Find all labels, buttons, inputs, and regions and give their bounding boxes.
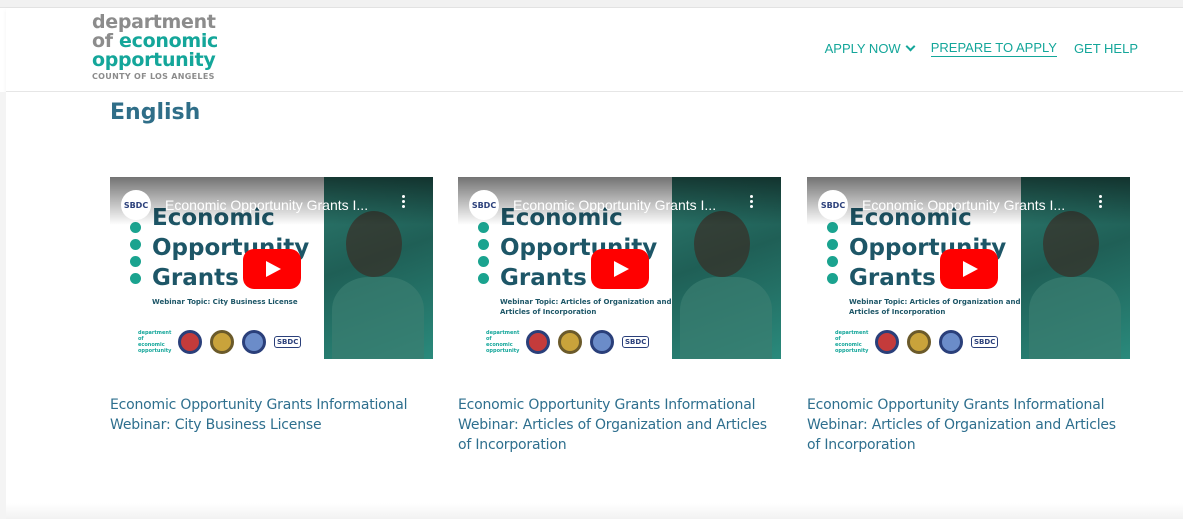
logo-line-opportunity: opportunity <box>92 49 216 71</box>
video-caption-link[interactable]: Economic Opportunity Grants Informationa… <box>110 395 433 435</box>
channel-avatar[interactable]: SBDC <box>469 190 499 220</box>
video-card: Economic Opportunity Grants Webinar Topi… <box>458 177 781 455</box>
video-embed[interactable]: Economic Opportunity Grants Webinar Topi… <box>110 177 433 359</box>
partner-logos: department of economic opportunity SBDC <box>138 330 302 354</box>
nav-apply-now[interactable]: APPLY NOW <box>824 41 916 56</box>
seal-icon <box>210 330 234 354</box>
logo-line-county: COUNTY OF LOS ANGELES <box>92 72 215 81</box>
video-caption-link[interactable]: Economic Opportunity Grants Informationa… <box>458 395 781 455</box>
seal-icon <box>526 330 550 354</box>
nav-prepare-to-apply-label: PREPARE TO APPLY <box>930 40 1057 55</box>
video-embed[interactable]: Economic Opportunity Grants Webinar Topi… <box>458 177 781 359</box>
site-logo[interactable]: department of economic opportunity COUNT… <box>92 13 218 82</box>
nav-get-help-label: GET HELP <box>1073 41 1138 56</box>
video-caption-link[interactable]: Economic Opportunity Grants Informationa… <box>807 395 1130 455</box>
thumbnail-topic: Webinar Topic: City Business License <box>152 298 298 306</box>
play-button[interactable] <box>591 249 649 289</box>
thumbnail-topic: Webinar Topic: Articles of Organization … <box>849 298 1021 316</box>
sbdc-mini-logo: SBDC <box>274 336 302 348</box>
browser-top-edge <box>0 0 1183 8</box>
play-button[interactable] <box>940 249 998 289</box>
dots-decoration <box>478 222 492 290</box>
deo-mini-logo: department of economic opportunity <box>835 330 869 354</box>
site-header: department of economic opportunity COUNT… <box>6 8 1183 92</box>
seal-icon <box>590 330 614 354</box>
seal-icon <box>178 330 202 354</box>
thumbnail-topic: Webinar Topic: Articles of Organization … <box>500 298 672 316</box>
video-embed[interactable]: Economic Opportunity Grants Webinar Topi… <box>807 177 1130 359</box>
nav-apply-now-label: APPLY NOW <box>824 41 901 56</box>
partner-logos: department of economic opportunity SBDC <box>486 330 650 354</box>
seal-icon <box>875 330 899 354</box>
seal-icon <box>907 330 931 354</box>
seal-icon <box>242 330 266 354</box>
channel-avatar[interactable]: SBDC <box>121 190 151 220</box>
chevron-down-icon <box>905 41 916 52</box>
deo-mini-logo: department of economic opportunity <box>138 330 172 354</box>
more-options-icon[interactable] <box>402 195 406 210</box>
sbdc-mini-logo: SBDC <box>622 336 650 348</box>
partner-logos: department of economic opportunity SBDC <box>835 330 999 354</box>
play-button[interactable] <box>243 249 301 289</box>
dots-decoration <box>130 222 144 290</box>
section-title: English <box>110 100 201 125</box>
video-card: Economic Opportunity Grants Webinar Topi… <box>807 177 1130 455</box>
nav-get-help[interactable]: GET HELP <box>1074 41 1138 56</box>
seal-icon <box>558 330 582 354</box>
main-content: English Economic Opportunity Grants Webi… <box>6 92 1183 519</box>
video-title[interactable]: Economic Opportunity Grants I... <box>862 197 1082 213</box>
dots-decoration <box>827 222 841 290</box>
main-nav: APPLY NOW PREPARE TO APPLY GET HELP <box>825 40 1138 57</box>
channel-avatar[interactable]: SBDC <box>818 190 848 220</box>
seal-icon <box>939 330 963 354</box>
nav-prepare-to-apply[interactable]: PREPARE TO APPLY <box>930 40 1057 57</box>
more-options-icon[interactable] <box>750 195 754 210</box>
page-bottom-edge <box>6 503 1183 519</box>
more-options-icon[interactable] <box>1099 195 1103 210</box>
video-card: Economic Opportunity Grants Webinar Topi… <box>110 177 433 435</box>
video-title[interactable]: Economic Opportunity Grants I... <box>165 197 385 213</box>
deo-mini-logo: department of economic opportunity <box>486 330 520 354</box>
sbdc-mini-logo: SBDC <box>971 336 999 348</box>
video-title[interactable]: Economic Opportunity Grants I... <box>513 197 733 213</box>
